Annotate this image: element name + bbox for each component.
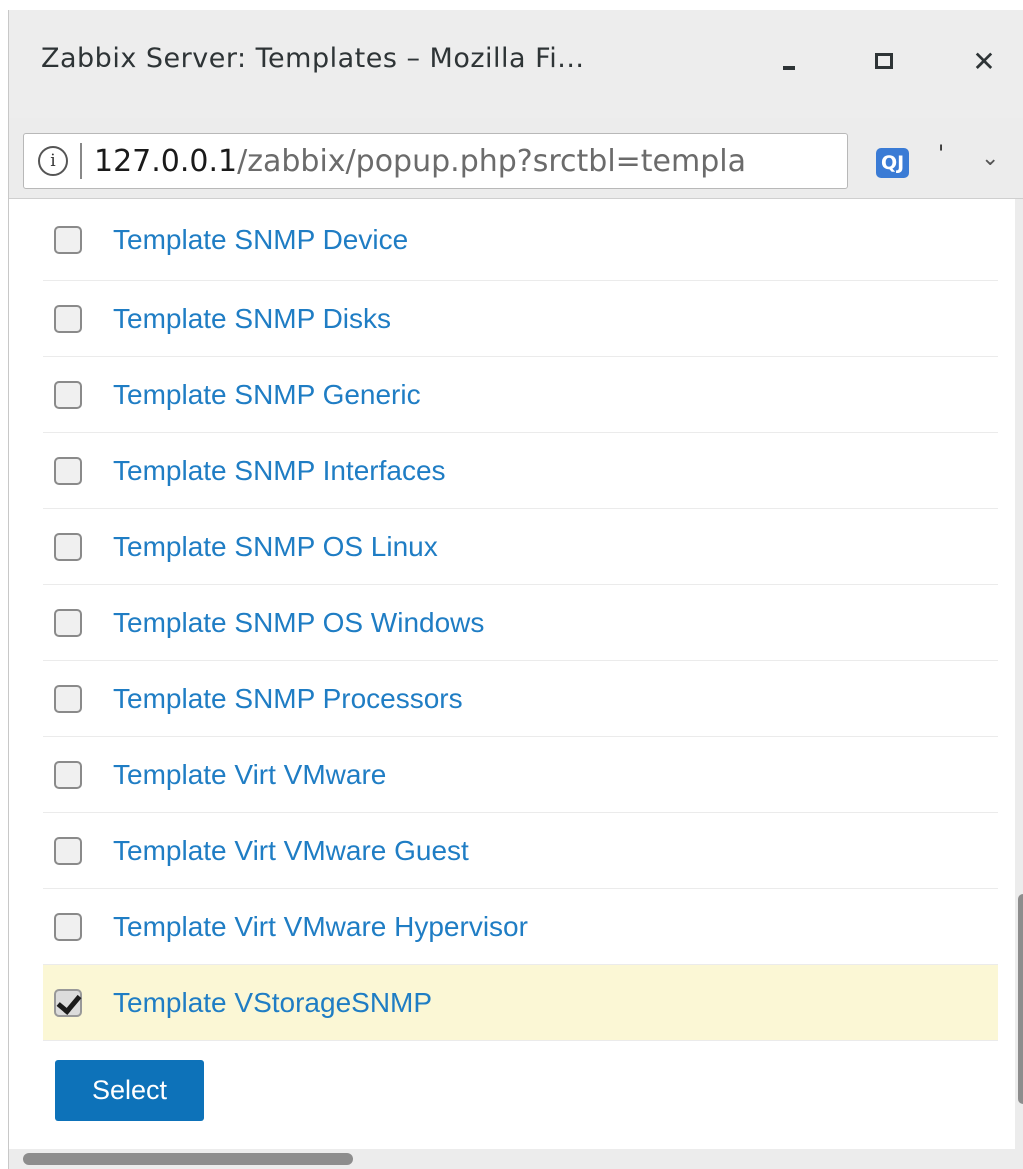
close-button[interactable]: ✕ — [959, 36, 1009, 86]
template-link[interactable]: Template SNMP OS Windows — [113, 607, 484, 639]
template-link[interactable]: Template Virt VMware Guest — [113, 835, 469, 867]
list-item: Template Virt VMware — [43, 737, 998, 813]
list-item: Template SNMP Interfaces — [43, 433, 998, 509]
list-item: Template VStorageSNMP — [43, 965, 998, 1041]
maximize-icon — [875, 53, 893, 69]
close-icon: ✕ — [972, 44, 996, 78]
template-link[interactable]: Template SNMP Device — [113, 224, 408, 256]
page-viewport: Template SNMP Device Template SNMP Disks T… — [9, 199, 1015, 1149]
checkbox[interactable] — [54, 684, 82, 713]
template-link[interactable]: Template SNMP Generic — [113, 379, 421, 411]
vertical-scrollbar[interactable] — [1015, 199, 1023, 1149]
minimize-button[interactable] — [764, 36, 814, 86]
list-item: Template SNMP OS Windows — [43, 585, 998, 661]
url-bar[interactable]: i 127.0.0.1/zabbix/popup.php?srctbl=temp… — [23, 133, 848, 189]
extension-icon[interactable]: QJ — [876, 148, 910, 178]
checkbox[interactable] — [54, 912, 82, 941]
list-item: Template Virt VMware Guest — [43, 813, 998, 889]
window-title: Zabbix Server: Templates – Mozilla Fi... — [41, 43, 585, 74]
url-separator — [80, 143, 82, 179]
template-link[interactable]: Template SNMP Interfaces — [113, 455, 446, 487]
browser-window: Zabbix Server: Templates – Mozilla Fi...… — [8, 10, 1023, 1169]
horizontal-scrollbar[interactable] — [9, 1149, 1023, 1169]
template-link[interactable]: Template Virt VMware — [113, 759, 386, 791]
chevron-down-icon[interactable]: ⌄ — [981, 146, 999, 171]
template-list: Template SNMP Device Template SNMP Disks T… — [43, 199, 998, 1149]
template-link[interactable]: Template SNMP OS Linux — [113, 531, 438, 563]
list-item: Template SNMP Processors — [43, 661, 998, 737]
template-link[interactable]: Template Virt VMware Hypervisor — [113, 911, 528, 943]
checkbox-checked[interactable] — [54, 988, 82, 1017]
checkbox[interactable] — [54, 836, 82, 865]
checkbox[interactable] — [54, 760, 82, 789]
navigation-bar: i 127.0.0.1/zabbix/popup.php?srctbl=temp… — [9, 118, 1023, 199]
minimize-icon — [783, 66, 795, 70]
list-item: Template SNMP OS Linux — [43, 509, 998, 585]
vertical-scroll-thumb[interactable] — [1018, 894, 1023, 1104]
template-link[interactable]: Template SNMP Disks — [113, 303, 391, 335]
info-icon[interactable]: i — [38, 146, 68, 176]
checkbox[interactable] — [54, 532, 82, 561]
list-item: Template SNMP Disks — [43, 281, 998, 357]
url-path: /zabbix/popup.php?srctbl=templa — [237, 143, 746, 179]
list-item: Template SNMP Device — [43, 199, 998, 281]
checkbox[interactable] — [54, 304, 82, 333]
horizontal-scroll-thumb[interactable] — [23, 1153, 353, 1165]
list-item: Template Virt VMware Hypervisor — [43, 889, 998, 965]
url-host: 127.0.0.1 — [94, 143, 238, 179]
select-button[interactable]: Select — [55, 1060, 204, 1121]
list-item: Template SNMP Generic — [43, 357, 998, 433]
title-bar: Zabbix Server: Templates – Mozilla Fi...… — [9, 10, 1023, 118]
extension-mark: ' — [938, 142, 945, 167]
checkbox[interactable] — [54, 225, 82, 254]
template-link[interactable]: Template VStorageSNMP — [113, 987, 432, 1019]
maximize-button[interactable] — [859, 36, 909, 86]
template-link[interactable]: Template SNMP Processors — [113, 683, 463, 715]
checkbox[interactable] — [54, 608, 82, 637]
checkbox[interactable] — [54, 456, 82, 485]
checkbox[interactable] — [54, 380, 82, 409]
